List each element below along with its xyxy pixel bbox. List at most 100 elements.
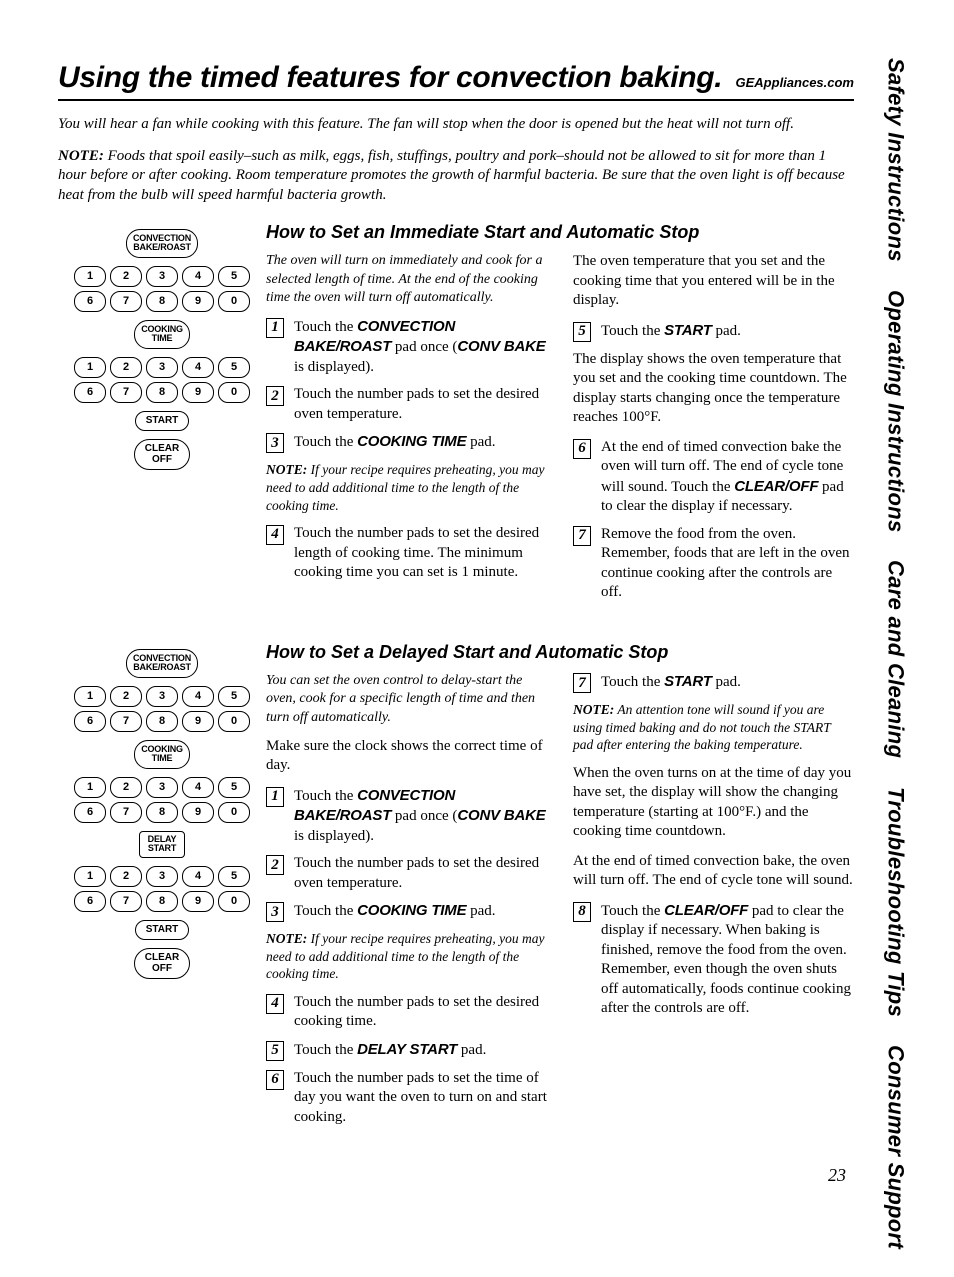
digit: 4 <box>182 777 214 798</box>
step-1b: 1Touch the CONVECTION BAKE/ROAST pad onc… <box>266 786 547 847</box>
page-number: 23 <box>828 1164 846 1187</box>
intro-note: NOTE: Foods that spoil easily–such as mi… <box>58 147 854 206</box>
btn-start: START <box>135 920 190 941</box>
tab-troubleshooting[interactable]: Troubleshooting Tips <box>881 787 910 1017</box>
digit: 3 <box>146 686 178 707</box>
digit: 1 <box>74 686 106 707</box>
digit: 2 <box>110 777 142 798</box>
tab-operating[interactable]: Operating Instructions <box>881 290 910 533</box>
lead-2: You can set the oven control to delay-st… <box>266 672 547 727</box>
digit: 0 <box>218 891 250 912</box>
digit: 0 <box>218 291 250 312</box>
digit: 8 <box>146 291 178 312</box>
digit: 6 <box>74 382 106 403</box>
step-6b: 6Touch the number pads to set the time o… <box>266 1069 547 1128</box>
para: At the end of timed convection bake, the… <box>573 852 854 891</box>
intro-1: You will hear a fan while cooking with t… <box>58 115 854 135</box>
note-body: Foods that spoil easily–such as milk, eg… <box>58 148 845 203</box>
digit: 2 <box>110 686 142 707</box>
step-8b: 8Touch the CLEAR/OFF pad to clear the di… <box>573 901 854 1019</box>
digit: 3 <box>146 357 178 378</box>
digit: 2 <box>110 866 142 887</box>
lead-1: The oven will turn on immediately and co… <box>266 252 547 307</box>
tab-safety[interactable]: Safety Instructions <box>881 58 910 262</box>
note-3: NOTE: If your recipe requires preheating… <box>266 930 547 983</box>
tab-care[interactable]: Care and Cleaning <box>881 560 910 758</box>
page-title: Using the timed features for convection … <box>58 58 722 97</box>
digit: 7 <box>110 891 142 912</box>
numpad-1a: 1 2 3 4 5 6 7 8 9 0 <box>74 266 250 312</box>
digit: 7 <box>110 802 142 823</box>
note-2: NOTE: If your recipe requires preheating… <box>266 461 547 514</box>
subhead-1: How to Set an Immediate Start and Automa… <box>266 221 854 244</box>
digit: 7 <box>110 291 142 312</box>
digit: 4 <box>182 686 214 707</box>
digit: 2 <box>110 266 142 287</box>
btn-clear-off: CLEAR OFF <box>134 439 190 470</box>
digit: 5 <box>218 686 250 707</box>
btn-start: START <box>135 411 190 432</box>
numpad-2b: 12345 67890 <box>74 777 250 823</box>
digit: 9 <box>182 711 214 732</box>
tab-consumer[interactable]: Consumer Support <box>881 1045 910 1249</box>
btn-cooking-time: COOKING TIME <box>134 320 190 349</box>
digit: 0 <box>218 382 250 403</box>
digit: 5 <box>218 357 250 378</box>
step-5b: 5Touch the DELAY START pad. <box>266 1040 547 1061</box>
side-tabs: Safety Instructions Operating Instructio… <box>872 58 918 1277</box>
digit: 9 <box>182 891 214 912</box>
digit: 6 <box>74 802 106 823</box>
para: The display shows the oven temperature t… <box>573 350 854 428</box>
step-2b: 2Touch the number pads to set the desire… <box>266 854 547 893</box>
site-link[interactable]: GEAppliances.com <box>736 75 854 92</box>
para: Make sure the clock shows the correct ti… <box>266 737 547 776</box>
digit: 9 <box>182 802 214 823</box>
digit: 4 <box>182 357 214 378</box>
btn-convection: CONVECTION BAKE/ROAST <box>126 649 198 678</box>
digit: 1 <box>74 866 106 887</box>
step-6: 6At the end of timed convection bake the… <box>573 438 854 517</box>
numpad-1b: 1 2 3 4 5 6 7 8 9 0 <box>74 357 250 403</box>
title-row: Using the timed features for convection … <box>58 58 854 101</box>
digit: 3 <box>146 866 178 887</box>
diagram-1: CONVECTION BAKE/ROAST 1 2 3 4 5 6 7 8 <box>67 229 257 470</box>
digit: 9 <box>182 382 214 403</box>
btn-delay-start: DELAY START <box>139 831 186 858</box>
digit: 0 <box>218 802 250 823</box>
para: The oven temperature that you set and th… <box>573 252 854 311</box>
digit: 9 <box>182 291 214 312</box>
section-delayed: CONVECTION BAKE/ROAST 12345 67890 COOKIN… <box>58 641 854 1136</box>
digit: 8 <box>146 802 178 823</box>
digit: 2 <box>110 357 142 378</box>
numpad-2c: 12345 67890 <box>74 866 250 912</box>
btn-clear-off: CLEAR OFF <box>134 948 190 979</box>
btn-cooking-time: COOKING TIME <box>134 740 190 769</box>
subhead-2: How to Set a Delayed Start and Automatic… <box>266 641 854 664</box>
step-2: 2Touch the number pads to set the desire… <box>266 385 547 424</box>
section-immediate: CONVECTION BAKE/ROAST 1 2 3 4 5 6 7 8 <box>58 221 854 611</box>
btn-convection: CONVECTION BAKE/ROAST <box>126 229 198 258</box>
numpad-2a: 12345 67890 <box>74 686 250 732</box>
digit: 6 <box>74 291 106 312</box>
digit: 1 <box>74 266 106 287</box>
note-4: NOTE: An attention tone will sound if yo… <box>573 701 854 754</box>
digit: 6 <box>74 891 106 912</box>
step-3: 3Touch the COOKING TIME pad. <box>266 432 547 453</box>
note-label: NOTE: <box>58 148 104 164</box>
para: When the oven turns on at the time of da… <box>573 764 854 842</box>
digit: 5 <box>218 266 250 287</box>
digit: 4 <box>182 866 214 887</box>
digit: 8 <box>146 711 178 732</box>
digit: 7 <box>110 711 142 732</box>
digit: 6 <box>74 711 106 732</box>
digit: 3 <box>146 777 178 798</box>
step-4b: 4Touch the number pads to set the desire… <box>266 993 547 1032</box>
step-4: 4Touch the number pads to set the desire… <box>266 524 547 583</box>
digit: 5 <box>218 777 250 798</box>
step-5: 5Touch the START pad. <box>573 321 854 342</box>
step-7: 7Remove the food from the oven. Remember… <box>573 525 854 603</box>
digit: 1 <box>74 357 106 378</box>
digit: 3 <box>146 266 178 287</box>
digit: 5 <box>218 866 250 887</box>
step-3b: 3Touch the COOKING TIME pad. <box>266 901 547 922</box>
